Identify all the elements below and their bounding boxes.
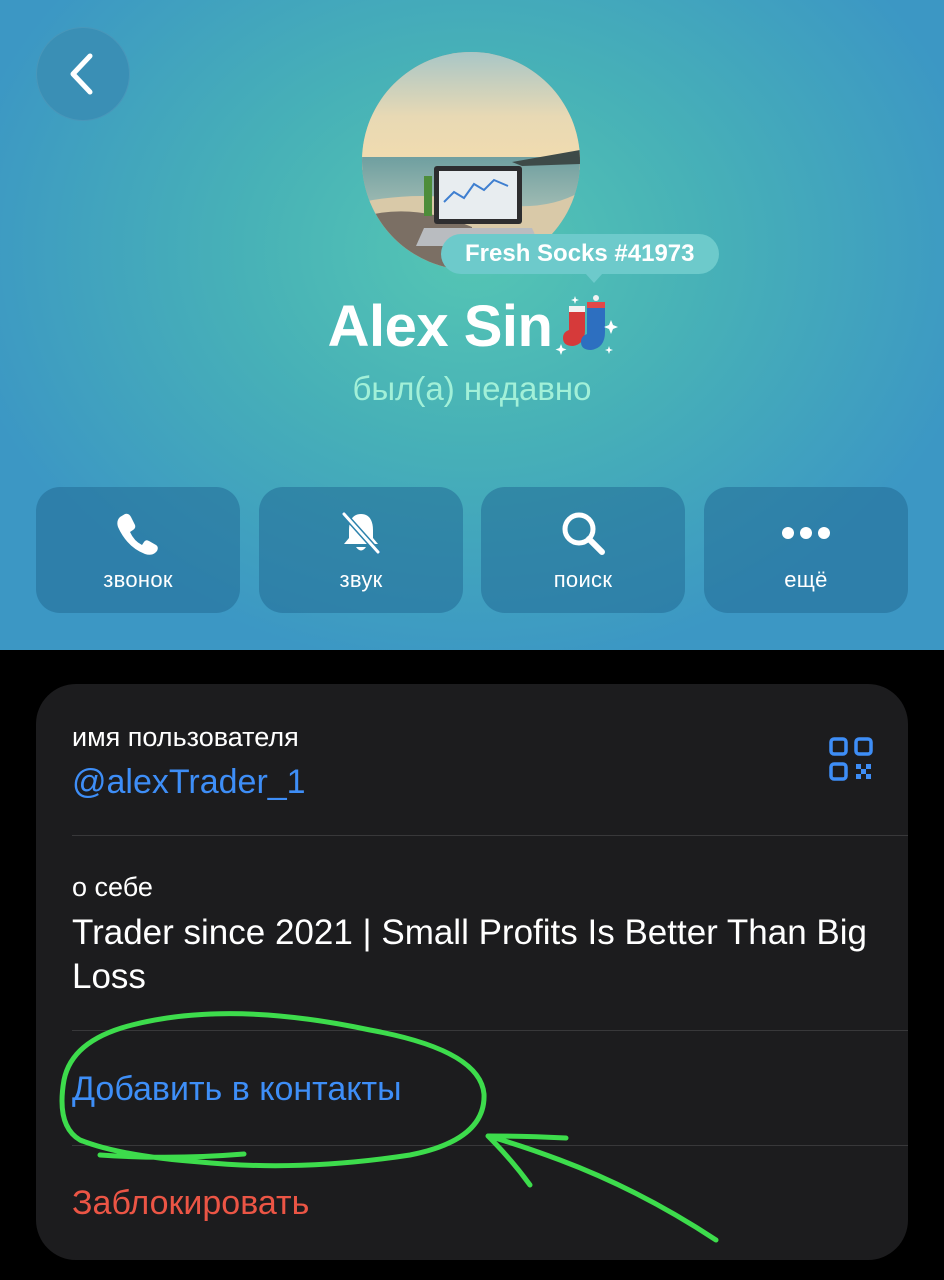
profile-header: Fresh Socks #41973 Alex Sin был(а) недав…	[0, 0, 944, 650]
info-card: имя пользователя @alexTrader_1 о себе Tr…	[36, 684, 908, 1260]
socks-emoji-icon[interactable]	[551, 290, 623, 362]
divider	[72, 835, 908, 836]
search-icon	[562, 512, 605, 555]
call-label: звонок	[103, 567, 173, 592]
divider	[72, 1030, 908, 1031]
about-text: Trader since 2021 | Small Profits Is Bet…	[72, 913, 868, 996]
back-button[interactable]	[36, 27, 130, 121]
sound-button[interactable]: звук	[259, 487, 463, 613]
divider	[72, 1145, 908, 1146]
search-label: поиск	[553, 567, 613, 592]
phone-icon	[117, 513, 158, 555]
name-row: Alex Sin	[0, 292, 944, 362]
more-label: ещё	[784, 567, 828, 592]
profile-name: Alex Sin	[327, 294, 553, 359]
block-button[interactable]: Заблокировать	[72, 1182, 309, 1224]
search-button[interactable]: поиск	[481, 487, 685, 613]
about-label: о себе	[72, 872, 153, 902]
gift-badge[interactable]: Fresh Socks #41973	[441, 234, 719, 283]
sound-label: звук	[339, 567, 383, 592]
qr-code-icon[interactable]	[828, 736, 874, 782]
more-icon	[782, 527, 830, 539]
username-label: имя пользователя	[72, 722, 299, 752]
call-button[interactable]: звонок	[36, 487, 240, 613]
add-contact-button[interactable]: Добавить в контакты	[72, 1068, 402, 1110]
username-link[interactable]: @alexTrader_1	[72, 761, 306, 803]
action-bar: звонок звук поиск ещё	[36, 487, 908, 613]
chevron-left-icon	[70, 53, 93, 95]
bell-slash-icon	[341, 511, 381, 555]
last-seen-status: был(а) недавно	[352, 370, 592, 407]
more-button[interactable]: ещё	[704, 487, 908, 613]
